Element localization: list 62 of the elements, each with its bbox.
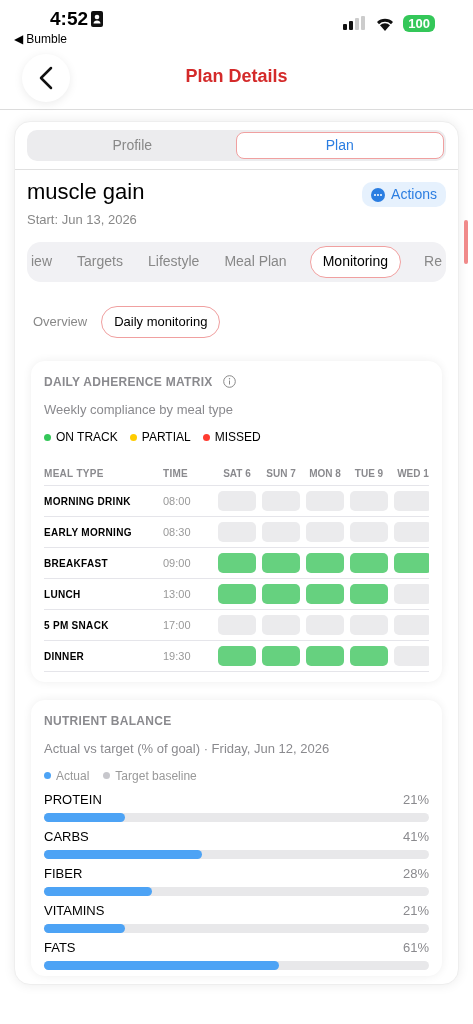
scroll-indicator [464,220,468,264]
column-header: MON 8 [308,467,342,481]
back-button[interactable] [22,54,70,102]
subview-tab[interactable]: Overview [31,305,90,338]
section-tab[interactable]: Monitoring [309,245,402,278]
meal-type: DINNER [44,649,86,664]
nutrient-name: VITAMINS [44,901,105,920]
meal-time: 13:00 [163,586,192,602]
section-tab[interactable]: Targets [75,245,125,278]
nutrient-name: FATS [44,938,76,957]
page-title: Plan Details [185,65,288,88]
nutrient-percent: 28% [402,864,429,883]
meal-type: BREAKFAST [44,556,109,571]
meal-time: 09:00 [163,555,192,571]
column-header: WED 1 [396,467,429,481]
start-date: Start: Jun 13, 2026 [27,211,138,229]
card-title: NUTRIENT BALANCE [44,713,173,730]
legend-label: PARTIAL [141,429,191,446]
nutrient-percent: 61% [402,938,429,957]
signal-icon [343,16,368,30]
card-subtitle: Actual vs target (% of goal) · Friday, Jun 12, 2026 [44,740,331,758]
legend-label: ON TRACK [56,429,118,446]
meal-type: 5 PM SNACK [44,618,110,633]
nutrient-percent: 21% [402,790,429,809]
section-tab[interactable]: Meal Plan [222,245,289,278]
card-title: DAILY ADHERENCE MATRIX [44,373,213,391]
section-tab[interactable]: Lifestyle [146,245,202,278]
meal-type: EARLY MORNING [44,525,133,540]
nutrient-name: PROTEIN [44,790,102,809]
meal-time: 08:30 [163,524,192,540]
actions-button[interactable]: Actions [362,182,446,207]
nutrient-name: FIBER [44,864,83,883]
column-header: MEAL TYPE [44,467,105,481]
battery-level: 100 [403,14,435,32]
nutrient-percent: 41% [402,827,429,846]
legend-label: MISSED [214,429,261,446]
meal-type: LUNCH [44,587,82,602]
nutrient-name: CARBS [44,827,89,846]
legend-label: Actual [56,767,90,785]
back-app-link[interactable]: ◀ Bumble [14,32,104,46]
clock-time: 4:52 [50,8,89,30]
nutrient-percent: 21% [402,901,429,920]
info-icon [222,375,236,388]
legend-label: Target baseline [115,767,197,785]
plan-name: muscle gain [27,178,145,206]
meal-type: MORNING DRINK [44,494,132,509]
column-header: TUE 9 [353,467,385,481]
segment-tab[interactable]: Plan [235,132,444,159]
section-tab[interactable]: iew [29,245,54,278]
section-tab[interactable]: Re [422,245,444,278]
more-icon [371,187,386,202]
column-header: SAT 6 [222,467,252,481]
column-header: TIME [163,467,190,481]
meal-time: 17:00 [163,617,192,633]
meal-time: 19:30 [163,648,192,664]
contact-card-icon [91,11,104,27]
meal-time: 08:00 [163,493,192,509]
subview-tab[interactable]: Daily monitoring [101,305,221,338]
segment-tab[interactable]: Profile [29,132,236,159]
card-subtitle: Weekly compliance by meal type [44,400,235,419]
chevron-left-icon [39,66,53,90]
column-header: SUN 7 [265,467,297,481]
